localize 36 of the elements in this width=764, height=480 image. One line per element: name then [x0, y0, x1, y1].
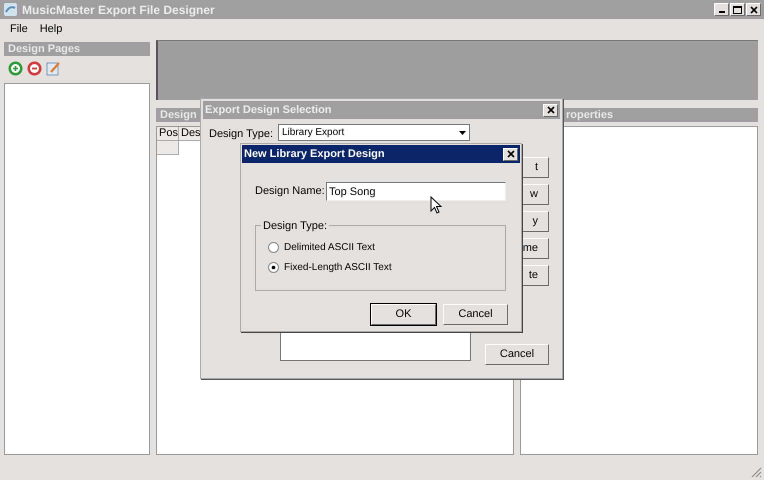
cursor-icon — [430, 196, 442, 214]
row-header-cell — [157, 141, 179, 155]
column-header[interactable]: Pos — [157, 127, 179, 141]
ok-button[interactable]: OK — [371, 304, 436, 325]
dialog-title: New Library Export Design — [244, 146, 385, 162]
panel-header: Design Pages — [4, 42, 150, 56]
maximize-icon — [733, 6, 742, 14]
group-title: Design Type: — [261, 218, 330, 234]
radio-button[interactable] — [268, 262, 279, 273]
close-icon — [750, 6, 758, 14]
menu-item[interactable]: Help — [40, 21, 62, 38]
close-icon — [506, 150, 514, 158]
design-type-dropdown[interactable]: Library Export — [278, 124, 470, 141]
cancel-button[interactable]: Cancel — [485, 344, 549, 365]
close-button[interactable] — [503, 148, 518, 160]
remove-icon[interactable] — [27, 60, 42, 76]
add-icon[interactable] — [8, 60, 23, 76]
close-button[interactable] — [746, 3, 761, 16]
menu-item[interactable]: File — [10, 21, 28, 38]
window-title: MusicMaster Export File Designer — [22, 2, 215, 18]
app-icon — [3, 2, 18, 17]
radio-option[interactable]: Delimited ASCII Text — [268, 240, 375, 255]
close-button[interactable] — [543, 104, 558, 116]
field-label: Design Name: — [255, 184, 325, 199]
list-box[interactable] — [280, 331, 471, 361]
maximize-button[interactable] — [730, 3, 745, 16]
dropdown-arrow-icon — [459, 130, 466, 134]
minimize-icon — [718, 11, 724, 13]
radio-option[interactable]: Fixed-Length ASCII Text — [268, 260, 392, 275]
design-name-field[interactable]: Top Song — [326, 182, 506, 201]
radio-button[interactable] — [268, 242, 279, 253]
minimize-button[interactable] — [714, 3, 729, 16]
field-label: Design Type: — [209, 127, 274, 142]
resize-grip-icon[interactable] — [750, 466, 762, 478]
close-icon — [546, 106, 554, 114]
cancel-button[interactable]: Cancel — [443, 304, 508, 325]
